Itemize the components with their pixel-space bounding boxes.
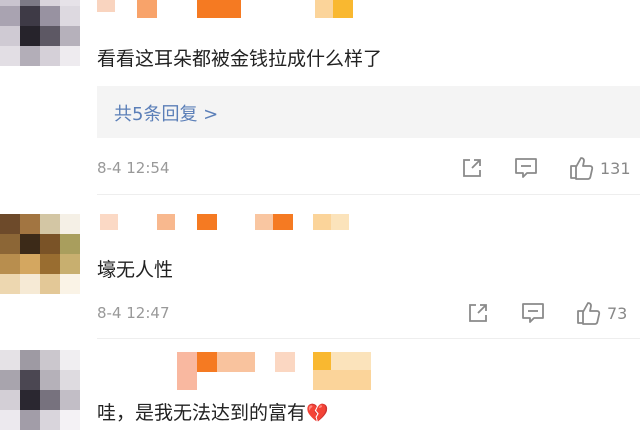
like-count: 131 [600,158,631,178]
like-count: 73 [607,303,628,323]
thumbs-up-icon [570,157,594,180]
share-button[interactable] [466,299,490,327]
username[interactable] [97,352,397,390]
share-icon [469,304,487,322]
share-icon [463,159,481,177]
username[interactable] [97,0,357,20]
thumbs-up-icon [577,302,601,325]
reply-icon [522,303,544,323]
divider [97,194,640,195]
timestamp: 8-4 12:54 [97,159,170,177]
timestamp: 8-4 12:47 [97,304,170,322]
reply-button[interactable] [513,154,539,182]
view-replies-link[interactable]: 共5条回复 > [114,100,218,126]
comment-text: 哇，是我无法达到的富有💔 [97,398,328,425]
broken-heart-icon: 💔 [306,403,329,424]
share-button[interactable] [460,154,484,182]
username[interactable] [97,214,357,234]
reply-button[interactable] [520,299,546,327]
comment-actions: 73 [455,299,640,327]
avatar[interactable] [0,0,80,66]
comment-text: 看看这耳朵都被金钱拉成什么样了 [97,48,383,70]
comment-text: 壕无人性 [97,259,174,281]
comment-text-body: 哇，是我无法达到的富有 [97,402,307,424]
reply-icon [515,158,537,178]
replies-box[interactable]: 共5条回复 > [97,86,640,138]
divider [97,338,640,339]
like-button[interactable]: 131 [568,154,631,182]
like-button[interactable]: 73 [575,299,627,327]
avatar[interactable] [0,350,80,430]
avatar[interactable] [0,214,80,294]
comment-actions: 131 [455,154,640,182]
